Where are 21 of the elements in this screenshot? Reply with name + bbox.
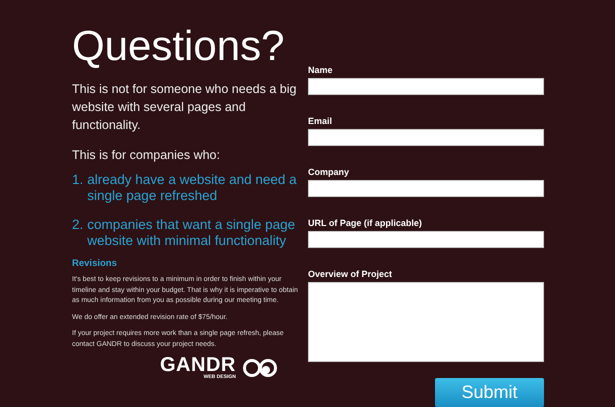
- list-number: 2.: [72, 217, 84, 234]
- field-label: Company: [308, 167, 350, 177]
- field-label: Name: [308, 65, 333, 75]
- field-label: URL of Page (if applicable): [308, 218, 422, 228]
- intro-text: This is not for someone who needs a big website with several pages and functionality.: [72, 81, 298, 134]
- input-field[interactable]: [308, 78, 544, 95]
- field-label: Overview of Project: [308, 269, 392, 279]
- revisions-heading: Revisions: [72, 258, 117, 269]
- page-heading: Questions?: [72, 22, 284, 70]
- list-item-text: companies that want a single page website with minimal functionality: [87, 217, 296, 248]
- input-field[interactable]: [308, 180, 544, 197]
- lead-text: This is for companies who:: [72, 147, 221, 164]
- list-item-text: already have a website and need a single page refreshed: [87, 172, 298, 203]
- overview-textarea[interactable]: [308, 282, 544, 362]
- input-field[interactable]: [308, 231, 544, 248]
- logo-icon: [242, 358, 278, 378]
- logo-name: GANDR: [160, 356, 236, 374]
- input-field[interactable]: [308, 129, 544, 146]
- submit-button[interactable]: Submit: [435, 378, 544, 407]
- field-label: Email: [308, 116, 332, 126]
- list-number: 1.: [72, 172, 84, 189]
